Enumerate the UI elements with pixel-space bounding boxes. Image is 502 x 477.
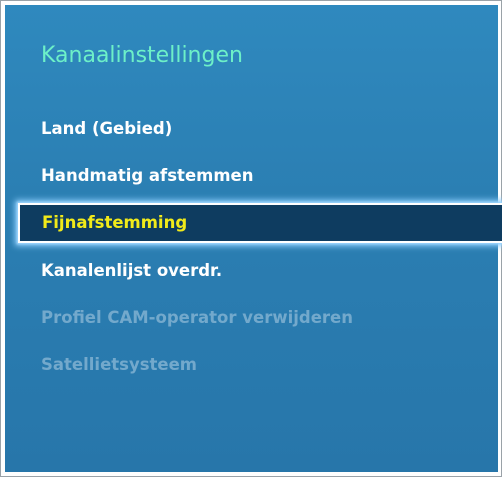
window-frame: Kanaalinstellingen Land (Gebied) Handmat… xyxy=(0,0,502,477)
menu-item-satellietsysteem: Satellietsysteem xyxy=(41,355,198,374)
menu-item-fijnafstemming[interactable]: Fijnafstemming xyxy=(18,203,502,243)
menu-item-handmatig-afstemmen[interactable]: Handmatig afstemmen xyxy=(41,156,253,196)
menu-item-profiel-cam-operator-verwijderen: Profiel CAM-operator verwijderen xyxy=(41,308,353,327)
menu-title: Kanaalinstellingen xyxy=(41,43,243,68)
menu-item-land-gebied[interactable]: Land (Gebied) xyxy=(41,109,172,149)
channel-settings-menu: Kanaalinstellingen Land (Gebied) Handmat… xyxy=(5,5,502,472)
menu-item-kanalenlijst-overdr[interactable]: Kanalenlijst overdr. xyxy=(41,251,222,291)
